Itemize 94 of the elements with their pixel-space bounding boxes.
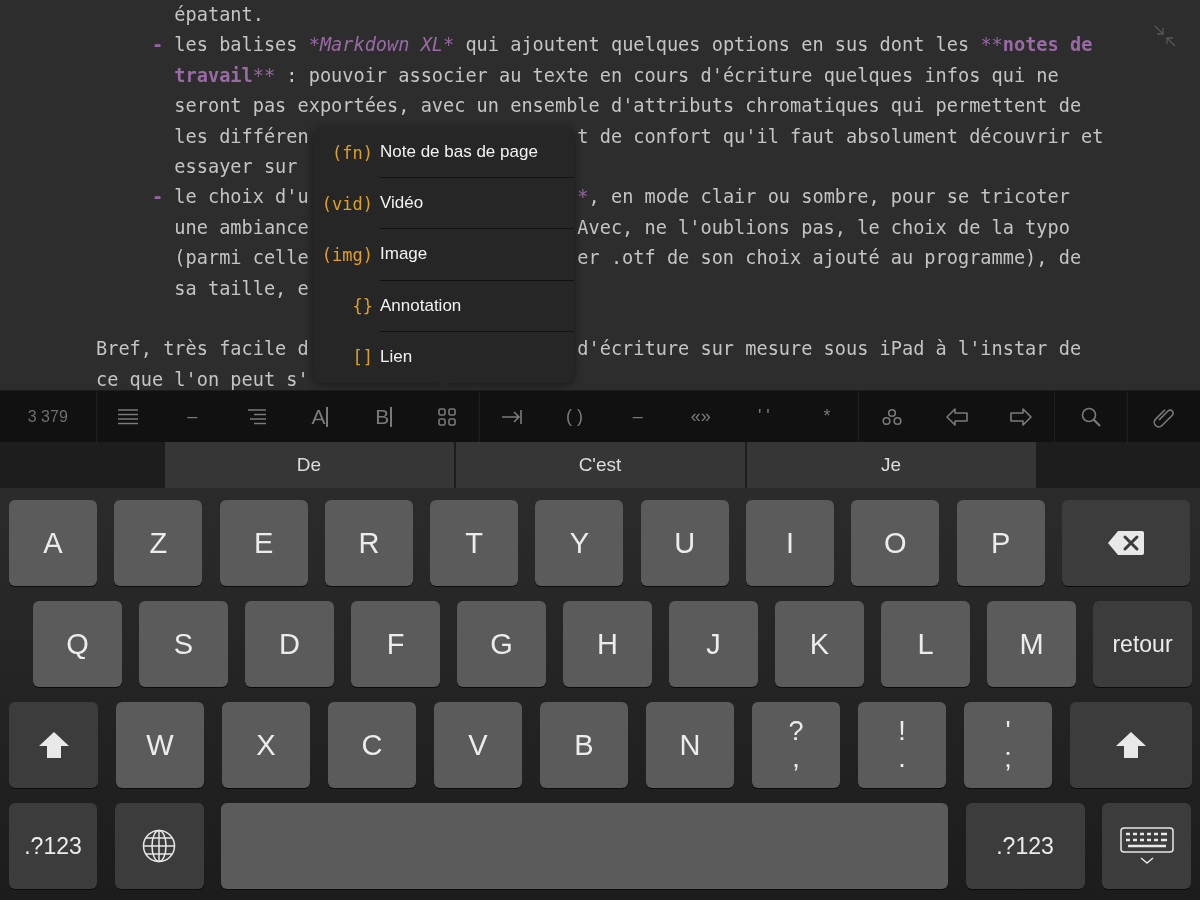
letter-key[interactable]: X — [222, 702, 310, 788]
markup-button[interactable]: – — [606, 391, 670, 442]
text-line: essayer sur — [174, 154, 298, 179]
left-arrow-icon — [945, 407, 968, 426]
letter-key[interactable]: O — [851, 500, 940, 586]
letter-key[interactable]: W — [116, 702, 204, 788]
letter-key[interactable]: T — [430, 500, 519, 586]
right-arrow-icon — [1010, 407, 1033, 426]
menu-item[interactable]: (fn) Note de bas de page — [313, 127, 574, 179]
letter-key[interactable]: I — [746, 500, 835, 586]
return-key[interactable]: retour — [1093, 601, 1192, 687]
text-line: travail** : pouvoir associer au texte en cours d'écriture quelques infos qui ne — [174, 63, 1059, 88]
letter-key[interactable]: L — [881, 601, 970, 687]
markup-button[interactable]: ( ) — [543, 391, 607, 442]
text-line: le choix d'u — [174, 186, 309, 208]
text-line: er .otf de son choix ajouté au programme), de — [577, 246, 1082, 271]
font-button[interactable]: B — [351, 391, 416, 442]
bullet-marker: - — [151, 34, 164, 56]
letter-key[interactable]: Z — [114, 500, 203, 586]
tab-arrow-icon — [501, 408, 522, 425]
markup-code: [] — [351, 347, 374, 368]
markup-button[interactable]: «» — [669, 391, 733, 442]
text-line: Bref, très facile d — [96, 338, 309, 360]
text-line: *, en mode clair ou sombre, pour se tricoter — [577, 185, 1070, 210]
letter-key[interactable]: B — [540, 702, 628, 788]
markup-code: (fn) — [331, 142, 374, 163]
cursor-icon — [390, 406, 392, 427]
backspace-icon — [1107, 530, 1145, 556]
letter-key[interactable]: S — [139, 601, 228, 687]
text-line: ce que l'on peut s' — [96, 367, 309, 390]
bullet-marker: - — [151, 186, 164, 208]
backspace-key[interactable] — [1061, 500, 1190, 586]
shift-arrow-icon — [37, 731, 70, 759]
markup-code: {} — [351, 296, 374, 317]
markup-button[interactable]: – — [160, 391, 225, 442]
markup-code: (vid) — [320, 193, 374, 214]
letter-key[interactable]: R — [324, 500, 413, 586]
letter-key[interactable]: D — [245, 601, 334, 687]
letter-key[interactable]: E — [219, 500, 308, 586]
suggestion[interactable]: C'est — [455, 442, 745, 488]
letter-key[interactable]: H — [563, 601, 652, 687]
punctuation-key[interactable]: ' ; — [964, 702, 1052, 788]
three-circles-icon — [881, 407, 902, 426]
menu-item[interactable]: {} Annotation — [313, 280, 574, 332]
letter-key[interactable]: P — [956, 500, 1045, 586]
text-line: épatant. — [174, 3, 264, 27]
letter-key[interactable]: K — [775, 601, 864, 687]
letter-key[interactable]: F — [351, 601, 440, 687]
text-line: (parmi celle — [174, 247, 309, 269]
letter-key[interactable]: V — [434, 702, 522, 788]
letter-key[interactable]: N — [646, 702, 734, 788]
paragraph-lines-icon — [118, 408, 139, 425]
markup-button[interactable]: ' ' — [732, 391, 796, 442]
search-icon — [1080, 406, 1101, 427]
cursor-icon — [326, 406, 328, 427]
numbers-key[interactable]: .?123 — [9, 803, 97, 889]
font-button[interactable]: A — [287, 391, 352, 442]
shift-arrow-icon — [1115, 731, 1147, 759]
letter-key[interactable]: G — [457, 601, 546, 687]
letter-key[interactable]: Y — [535, 500, 624, 586]
menu-item[interactable]: [] Lien — [313, 331, 574, 383]
punctuation-key[interactable]: ? , — [752, 702, 840, 788]
globe-key[interactable] — [114, 803, 204, 889]
text-line: les différen — [174, 125, 309, 147]
letter-key[interactable]: M — [987, 601, 1076, 687]
text-line: d'écriture sur mesure sous iPad à l'instar de — [577, 337, 1082, 362]
letter-key[interactable]: A — [9, 500, 97, 586]
letter-key[interactable]: J — [669, 601, 758, 687]
letter-key[interactable]: C — [328, 702, 416, 788]
text-line: sa taille, e — [174, 276, 309, 301]
shift-key[interactable] — [9, 702, 98, 788]
menu-item[interactable]: (vid) Vidéo — [313, 178, 574, 230]
character-count: 3 379 — [27, 407, 68, 426]
numbers-key[interactable]: .?123 — [965, 803, 1085, 889]
hide-keyboard-key[interactable] — [1102, 803, 1191, 889]
text-line: t de confort qu'il faut absolument découvrir et — [577, 124, 1104, 149]
suggestion[interactable]: Je — [746, 442, 1036, 488]
grid-icon — [438, 407, 457, 426]
globe-icon — [142, 829, 176, 863]
menu-item[interactable]: (img) Image — [313, 229, 574, 281]
markup-button[interactable]: * — [795, 391, 859, 442]
letter-key[interactable]: Q — [33, 601, 122, 687]
keyboard-hide-icon — [1119, 827, 1174, 865]
text-line: Avec, ne l'oublions pas, le choix de la typo — [577, 215, 1070, 240]
letter-key[interactable]: U — [640, 500, 729, 586]
collapse-icon[interactable] — [1154, 25, 1176, 47]
text-line: les balises *Markdown XL* qui ajoutent quelques options en sus dont les **notes de — [174, 33, 1093, 58]
punctuation-key[interactable]: ! . — [858, 702, 946, 788]
align-right-icon — [245, 408, 266, 425]
text-line: seront pas exportées, avec un ensemble d'attributs chromatiques qui permettent de — [174, 94, 1082, 119]
text-line: une ambiance — [174, 216, 309, 238]
markup-code: (img) — [320, 244, 374, 265]
suggestion[interactable]: De — [164, 442, 454, 488]
shift-key[interactable] — [1070, 702, 1192, 788]
